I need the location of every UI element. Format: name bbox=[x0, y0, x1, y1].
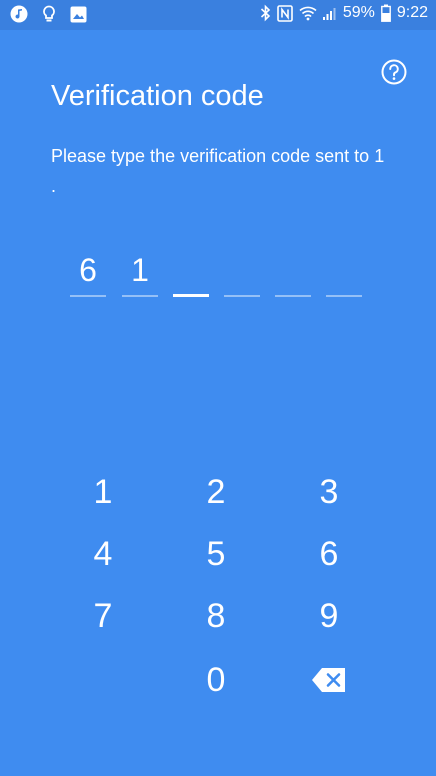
page-title: Verification code bbox=[51, 80, 264, 112]
help-icon bbox=[381, 59, 407, 85]
battery-icon bbox=[380, 4, 391, 22]
code-underline bbox=[70, 295, 106, 297]
code-digit: 6 bbox=[79, 252, 97, 288]
code-underline bbox=[275, 295, 311, 297]
code-digit: 1 bbox=[131, 252, 149, 288]
status-bar-system: 59% 9:22 bbox=[260, 4, 428, 22]
instruction-text: Please type the verification code sent t… bbox=[51, 146, 385, 196]
code-underline bbox=[224, 295, 260, 297]
status-bar-notifications bbox=[10, 5, 87, 23]
key-2[interactable]: 2 bbox=[176, 464, 256, 520]
status-bar: 59% 9:22 bbox=[0, 0, 436, 30]
code-underline bbox=[326, 295, 362, 297]
code-underline-active bbox=[173, 294, 209, 297]
code-slot-1[interactable]: 6 bbox=[70, 252, 106, 302]
key-5[interactable]: 5 bbox=[176, 526, 256, 582]
bluetooth-icon bbox=[260, 4, 271, 22]
key-3[interactable]: 3 bbox=[289, 464, 369, 520]
battery-percent: 59% bbox=[342, 4, 375, 21]
key-1[interactable]: 1 bbox=[63, 464, 143, 520]
wifi-icon bbox=[299, 5, 317, 21]
key-8[interactable]: 8 bbox=[176, 588, 256, 644]
code-slot-4[interactable] bbox=[224, 252, 260, 302]
key-4[interactable]: 4 bbox=[63, 526, 143, 582]
key-9[interactable]: 9 bbox=[289, 588, 369, 644]
numeric-keypad: 1 2 3 4 5 6 7 8 9 0 bbox=[46, 464, 386, 714]
code-slot-5[interactable] bbox=[275, 252, 311, 302]
key-7[interactable]: 7 bbox=[63, 588, 143, 644]
nfc-icon bbox=[277, 4, 293, 22]
clock: 9:22 bbox=[396, 4, 428, 21]
code-slot-6[interactable] bbox=[326, 252, 362, 302]
music-note-icon bbox=[10, 5, 28, 23]
code-underline bbox=[122, 295, 158, 297]
code-slot-3[interactable] bbox=[173, 252, 209, 302]
image-icon bbox=[70, 6, 87, 23]
code-slot-2[interactable]: 1 bbox=[122, 252, 158, 302]
key-6[interactable]: 6 bbox=[289, 526, 369, 582]
cell-signal-icon bbox=[322, 5, 337, 21]
backspace-icon bbox=[312, 668, 345, 692]
backspace-button[interactable] bbox=[289, 652, 369, 708]
key-0[interactable]: 0 bbox=[176, 652, 256, 708]
verification-code-input[interactable]: 6 1 bbox=[70, 252, 370, 302]
lightbulb-icon bbox=[42, 5, 56, 23]
help-button[interactable] bbox=[381, 59, 407, 85]
